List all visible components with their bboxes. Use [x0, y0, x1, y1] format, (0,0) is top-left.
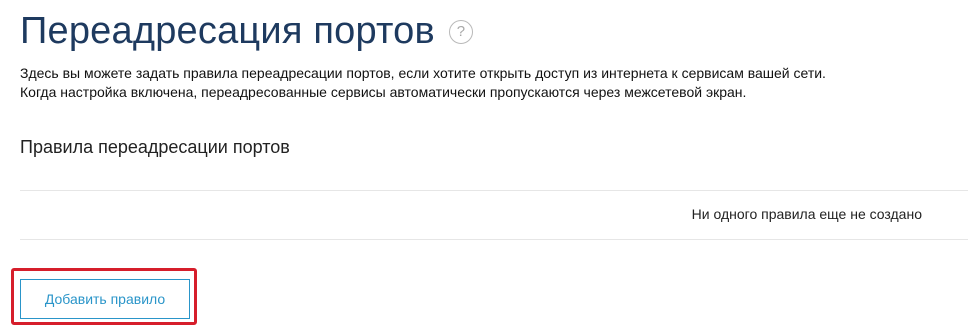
table-bottom-divider — [20, 239, 968, 240]
empty-rules-message: Ни одного правила еще не создано — [691, 206, 922, 222]
page-header: Переадресация портов ? — [20, 8, 473, 54]
page-description: Здесь вы можете задать правила переадрес… — [20, 64, 826, 102]
description-line-1: Здесь вы можете задать правила переадрес… — [20, 65, 826, 81]
rules-section-title: Правила переадресации портов — [20, 137, 290, 157]
add-rule-button[interactable]: Добавить правило — [20, 279, 190, 319]
page-title: Переадресация портов — [20, 10, 435, 52]
description-line-2: Когда настройка включена, переадресованн… — [20, 84, 747, 100]
help-icon[interactable]: ? — [448, 20, 473, 44]
table-top-divider — [20, 190, 968, 191]
